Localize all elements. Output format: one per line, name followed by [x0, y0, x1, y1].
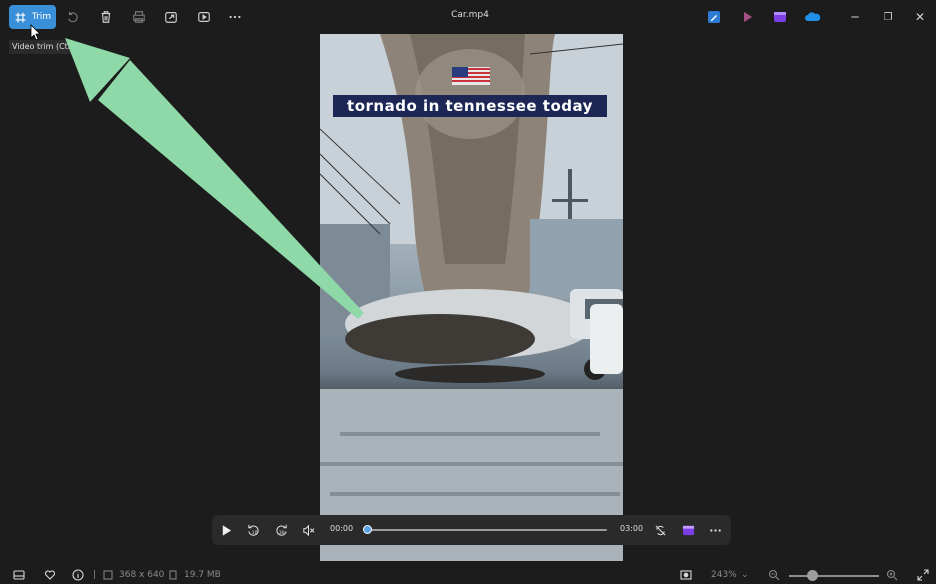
file-size: 19.7 MB: [184, 570, 221, 580]
rewind-10-button[interactable]: 10: [245, 522, 261, 538]
current-time: 00:00: [330, 524, 354, 533]
fit-screen-icon: [680, 570, 692, 580]
edit-app-icon[interactable]: [707, 10, 721, 24]
fit-to-window-button[interactable]: [679, 568, 693, 582]
delete-button[interactable]: [93, 6, 119, 28]
minimize-button[interactable]: ─: [846, 8, 864, 26]
slideshow-button[interactable]: [191, 6, 217, 28]
status-bar: | 368 x 640 19.7 MB 243% ⌄: [0, 566, 936, 584]
zoom-dropdown-chevron-icon[interactable]: ⌄: [741, 570, 749, 580]
slideshow-icon: [198, 12, 210, 22]
dimensions-icon: [103, 570, 113, 580]
trim-button[interactable]: Trim: [9, 5, 56, 29]
expand-icon: [917, 569, 929, 581]
print-icon: [133, 11, 145, 23]
share-icon: [165, 12, 177, 23]
heart-icon: [44, 570, 56, 580]
loop-button[interactable]: [652, 522, 668, 538]
favorite-button[interactable]: [43, 568, 57, 582]
trim-tooltip: Video trim (Ctrl: [9, 40, 72, 54]
more-button[interactable]: [222, 6, 248, 28]
window-title: Car.mp4: [451, 10, 489, 20]
filesize-icon: [169, 570, 177, 580]
zoom-in-button[interactable]: [885, 568, 899, 582]
play-button[interactable]: [218, 522, 234, 538]
zoom-level[interactable]: 243%: [711, 570, 737, 580]
more-icon: [709, 528, 721, 532]
print-button[interactable]: [126, 6, 152, 28]
trim-icon: [15, 12, 26, 22]
zoom-slider[interactable]: [789, 575, 879, 577]
seek-bar[interactable]: [367, 529, 607, 531]
zoom-slider-thumb[interactable]: [806, 570, 818, 581]
video-editor-icon[interactable]: [773, 10, 787, 24]
svg-text:10: 10: [251, 530, 257, 536]
play-icon: [222, 524, 231, 536]
more-icon: [229, 15, 241, 19]
onedrive-icon[interactable]: [805, 10, 821, 24]
forward-30-icon: 30: [275, 524, 287, 536]
player-more-button[interactable]: [707, 522, 723, 538]
delete-icon: [101, 11, 111, 23]
clipchamp-button[interactable]: [680, 522, 696, 538]
video-frame[interactable]: tornado in tennessee today: [320, 34, 623, 561]
title-bar: Trim Car.mp4 ─ ❐ ✕: [0, 0, 936, 34]
filmstrip-icon: [13, 570, 25, 580]
zoom-out-button[interactable]: [767, 568, 781, 582]
share-button[interactable]: [158, 6, 184, 28]
clipchamp-app-icon[interactable]: [741, 10, 755, 24]
mute-button[interactable]: [300, 522, 316, 538]
restore-button[interactable]: ❐: [879, 8, 897, 26]
seek-thumb[interactable]: [363, 525, 372, 534]
minimize-icon: ─: [851, 10, 859, 24]
info-button[interactable]: [71, 568, 85, 582]
trim-label: Trim: [31, 12, 52, 22]
forward-30-button[interactable]: 30: [273, 522, 289, 538]
filmstrip-button[interactable]: [12, 568, 26, 582]
rotate-button[interactable]: [60, 6, 86, 28]
close-icon: ✕: [914, 10, 926, 24]
fullscreen-button[interactable]: [916, 568, 930, 582]
divider: |: [93, 570, 97, 580]
info-icon: [72, 569, 84, 581]
zoom-out-icon: [768, 569, 780, 581]
close-button[interactable]: ✕: [911, 8, 929, 26]
video-caption: tornado in tennessee today: [333, 95, 607, 117]
loop-icon: [654, 524, 666, 536]
duration: 03:00: [620, 524, 644, 533]
rewind-10-icon: 10: [247, 524, 259, 536]
image-dimensions: 368 x 640: [119, 570, 165, 580]
svg-text:30: 30: [278, 530, 284, 536]
rotate-icon: [68, 11, 78, 23]
restore-icon: ❐: [883, 11, 893, 23]
clipchamp-icon: [682, 525, 694, 535]
zoom-in-icon: [886, 569, 898, 581]
player-controls: 10 30 00:00 03:00: [212, 515, 731, 545]
mute-icon: [302, 524, 314, 536]
